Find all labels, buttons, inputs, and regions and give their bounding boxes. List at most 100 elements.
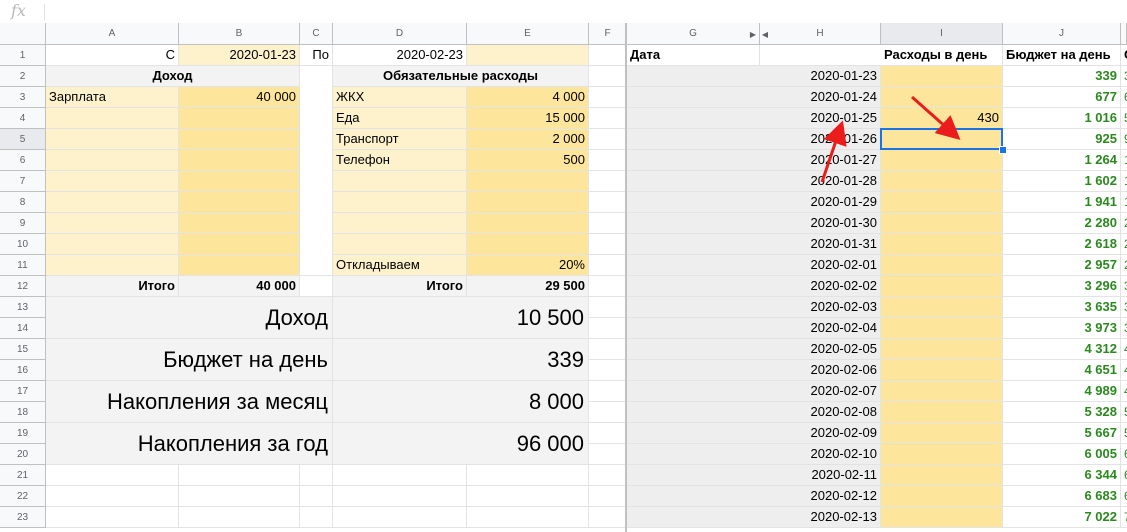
- expense-name-10[interactable]: [333, 234, 467, 255]
- table-date[interactable]: 2020-02-11: [627, 465, 881, 486]
- cell-f19[interactable]: [589, 423, 627, 444]
- table-date[interactable]: 2020-01-24: [627, 87, 881, 108]
- table-date[interactable]: 2020-02-03: [627, 297, 881, 318]
- table-spend[interactable]: [881, 192, 1003, 213]
- table-budget[interactable]: 5 328: [1003, 402, 1121, 423]
- table-spend[interactable]: [881, 486, 1003, 507]
- column-header-e[interactable]: E: [467, 23, 589, 45]
- cell-f23[interactable]: [589, 507, 627, 528]
- expense-value-7[interactable]: [467, 171, 589, 192]
- table-spend[interactable]: [881, 402, 1003, 423]
- table-balance[interactable]: 586: [1121, 108, 1127, 129]
- table-date[interactable]: 2020-02-09: [627, 423, 881, 444]
- row-header-23[interactable]: 23: [0, 507, 46, 528]
- table-spend[interactable]: [881, 360, 1003, 381]
- row-header-10[interactable]: 10: [0, 234, 46, 255]
- table-date[interactable]: 2020-01-31: [627, 234, 881, 255]
- table-date[interactable]: 2020-01-25: [627, 108, 881, 129]
- table-balance[interactable]: 2 618: [1121, 234, 1127, 255]
- income-value-6[interactable]: [179, 150, 300, 171]
- row-header-8[interactable]: 8: [0, 192, 46, 213]
- table-balance[interactable]: 2 957: [1121, 255, 1127, 276]
- table-date[interactable]: 2020-01-27: [627, 150, 881, 171]
- cell-a23[interactable]: [46, 507, 179, 528]
- table-budget[interactable]: 5 667: [1003, 423, 1121, 444]
- table-spend[interactable]: [881, 150, 1003, 171]
- cell-f1[interactable]: [589, 45, 627, 66]
- column-header-b[interactable]: B: [179, 23, 300, 45]
- spacer-c[interactable]: [300, 66, 333, 276]
- cell-f14[interactable]: [589, 318, 627, 339]
- row-header-7[interactable]: 7: [0, 171, 46, 192]
- column-header-f[interactable]: F: [589, 23, 627, 45]
- cell-f12[interactable]: [589, 276, 627, 297]
- active-cell-selection[interactable]: [880, 128, 1003, 150]
- cell-f21[interactable]: [589, 465, 627, 486]
- row-header-11[interactable]: 11: [0, 255, 46, 276]
- table-date[interactable]: 2020-01-23: [627, 66, 881, 87]
- cell-d22[interactable]: [333, 486, 467, 507]
- cell-h1[interactable]: [760, 45, 881, 66]
- income-total-label[interactable]: Итого: [46, 276, 179, 297]
- income-value-11[interactable]: [179, 255, 300, 276]
- row-header-22[interactable]: 22: [0, 486, 46, 507]
- cell-f16[interactable]: [589, 360, 627, 381]
- table-date[interactable]: 2020-01-28: [627, 171, 881, 192]
- income-value-7[interactable]: [179, 171, 300, 192]
- expense-name-4[interactable]: Еда: [333, 108, 467, 129]
- table-date[interactable]: 2020-02-07: [627, 381, 881, 402]
- table-balance[interactable]: 1 602: [1121, 171, 1127, 192]
- expenses-total-label[interactable]: Итого: [333, 276, 467, 297]
- income-name-8[interactable]: [46, 192, 179, 213]
- summary-value-3[interactable]: 8 000: [333, 381, 589, 423]
- cell-f17[interactable]: [589, 381, 627, 402]
- table-balance[interactable]: 6 344: [1121, 465, 1127, 486]
- row-header-18[interactable]: 18: [0, 402, 46, 423]
- column-header-g[interactable]: G: [627, 23, 760, 45]
- table-budget[interactable]: 1 941: [1003, 192, 1121, 213]
- income-value-9[interactable]: [179, 213, 300, 234]
- income-value-3[interactable]: 40 000: [179, 87, 300, 108]
- table-budget[interactable]: 339: [1003, 66, 1121, 87]
- income-name-7[interactable]: [46, 171, 179, 192]
- cell-f3[interactable]: [589, 87, 627, 108]
- income-name-9[interactable]: [46, 213, 179, 234]
- table-balance[interactable]: 4 312: [1121, 339, 1127, 360]
- cell-f5[interactable]: [589, 129, 627, 150]
- table-date[interactable]: 2020-01-29: [627, 192, 881, 213]
- fill-handle[interactable]: [999, 146, 1007, 154]
- table-budget[interactable]: 3 973: [1003, 318, 1121, 339]
- expense-value-4[interactable]: 15 000: [467, 108, 589, 129]
- expense-value-10[interactable]: [467, 234, 589, 255]
- table-date[interactable]: 2020-01-26: [627, 129, 881, 150]
- col-h-left-arrow[interactable]: ◀: [760, 24, 770, 44]
- expense-name-9[interactable]: [333, 213, 467, 234]
- expense-name-8[interactable]: [333, 192, 467, 213]
- income-name-5[interactable]: [46, 129, 179, 150]
- cell-c21[interactable]: [300, 465, 333, 486]
- row-header-1[interactable]: 1: [0, 45, 46, 66]
- table-balance[interactable]: 3 296: [1121, 276, 1127, 297]
- table-balance[interactable]: 7 022: [1121, 507, 1127, 528]
- table-budget[interactable]: 4 651: [1003, 360, 1121, 381]
- summary-label-4[interactable]: Накопления за год: [46, 423, 333, 465]
- table-balance[interactable]: 1 941: [1121, 192, 1127, 213]
- column-header-d[interactable]: D: [333, 23, 467, 45]
- expense-value-6[interactable]: 500: [467, 150, 589, 171]
- table-spend[interactable]: [881, 465, 1003, 486]
- table-date[interactable]: 2020-02-01: [627, 255, 881, 276]
- table-budget[interactable]: 2 280: [1003, 213, 1121, 234]
- to-date[interactable]: 2020-02-23: [333, 45, 467, 66]
- table-balance[interactable]: 4 651: [1121, 360, 1127, 381]
- cell-b21[interactable]: [179, 465, 300, 486]
- table-date[interactable]: 2020-02-12: [627, 486, 881, 507]
- cell-e21[interactable]: [467, 465, 589, 486]
- table-spend[interactable]: [881, 255, 1003, 276]
- table-budget[interactable]: 1 264: [1003, 150, 1121, 171]
- table-balance[interactable]: 6 683: [1121, 486, 1127, 507]
- table-budget[interactable]: 1 016: [1003, 108, 1121, 129]
- column-header-j[interactable]: J: [1003, 23, 1121, 45]
- cell-f22[interactable]: [589, 486, 627, 507]
- table-budget[interactable]: 4 989: [1003, 381, 1121, 402]
- row-header-4[interactable]: 4: [0, 108, 46, 129]
